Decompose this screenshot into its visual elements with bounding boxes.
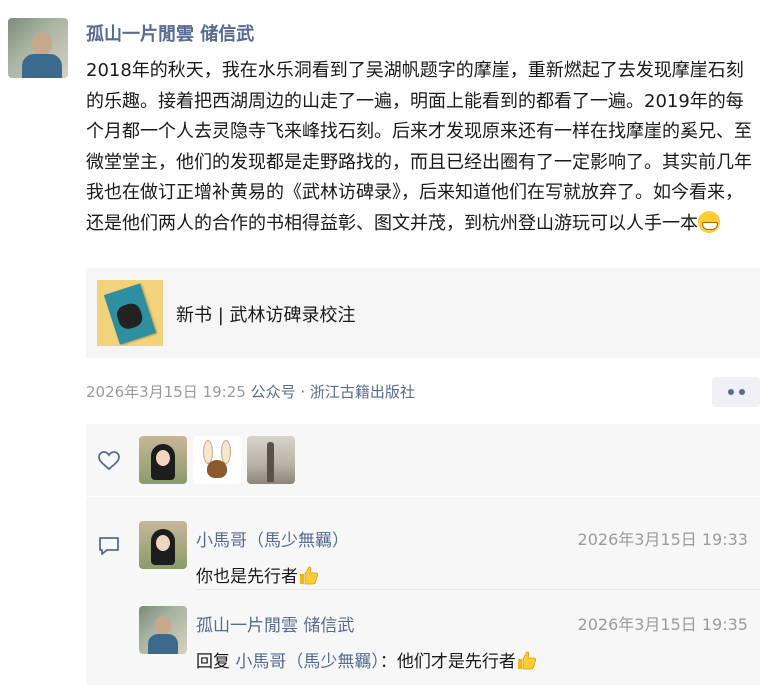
commenter-name[interactable]: 孤山一片閒雲 储信武 — [196, 611, 354, 636]
shared-article-card[interactable]: 新书 | 武林访碑录校注 — [86, 268, 760, 358]
reply-separator: ： — [379, 652, 397, 672]
reply-to-name[interactable]: 小馬哥（馬少無羈） — [235, 652, 380, 672]
commenter-avatar[interactable] — [139, 521, 187, 569]
comment-divider — [196, 589, 760, 590]
comment-icon — [99, 537, 119, 555]
author-avatar[interactable] — [8, 18, 68, 78]
grinning-face-emoji — [698, 210, 720, 233]
more-actions-button[interactable] — [712, 377, 760, 407]
post-source[interactable]: 公众号 · 浙江古籍出版社 — [251, 383, 415, 401]
comment-body: 你也是先行者 — [196, 567, 298, 587]
comment-text[interactable]: 回复 小馬哥（馬少無羈）：他们才是先行者 — [196, 647, 537, 672]
liker-avatar[interactable] — [139, 436, 187, 484]
comment-time: 2026年3月15日 19:33 — [577, 530, 748, 549]
moments-post: 孤山一片閒雲 储信武 2018年的秋天，我在水乐洞看到了吴湖帆题字的摩崖，重新燃… — [0, 0, 767, 685]
reply-label: 回复 — [196, 652, 230, 672]
post-meta: 2026年3月15日 19:25 公众号 · 浙江古籍出版社 — [86, 381, 415, 402]
liker-avatar[interactable] — [193, 436, 241, 484]
commenter-name[interactable]: 小馬哥（馬少無羈） — [196, 526, 349, 551]
commenter-avatar[interactable] — [139, 606, 187, 654]
comment-body: 他们才是先行者 — [396, 652, 516, 672]
thumbs-up-emoji — [300, 566, 319, 585]
comments-panel: 小馬哥（馬少無羈） 2026年3月15日 19:33 你也是先行者 孤山一片閒雲… — [86, 497, 760, 685]
article-title: 新书 | 武林访碑录校注 — [176, 305, 356, 326]
comment-time: 2026年3月15日 19:35 — [577, 615, 748, 634]
heart-icon — [98, 451, 120, 471]
post-content: 2018年的秋天，我在水乐洞看到了吴湖帆题字的摩崖，重新燃起了去发现摩崖石刻的乐… — [86, 56, 758, 239]
liker-avatar[interactable] — [247, 436, 295, 484]
article-thumbnail — [97, 280, 163, 346]
thumbs-up-emoji — [517, 651, 536, 670]
post-text: 2018年的秋天，我在水乐洞看到了吴湖帆题字的摩崖，重新燃起了去发现摩崖石刻的乐… — [86, 60, 752, 234]
likes-panel — [86, 424, 760, 496]
comment-text[interactable]: 你也是先行者 — [196, 562, 319, 587]
author-name[interactable]: 孤山一片閒雲 储信武 — [86, 20, 254, 46]
post-time: 2026年3月15日 19:25 — [86, 383, 246, 401]
